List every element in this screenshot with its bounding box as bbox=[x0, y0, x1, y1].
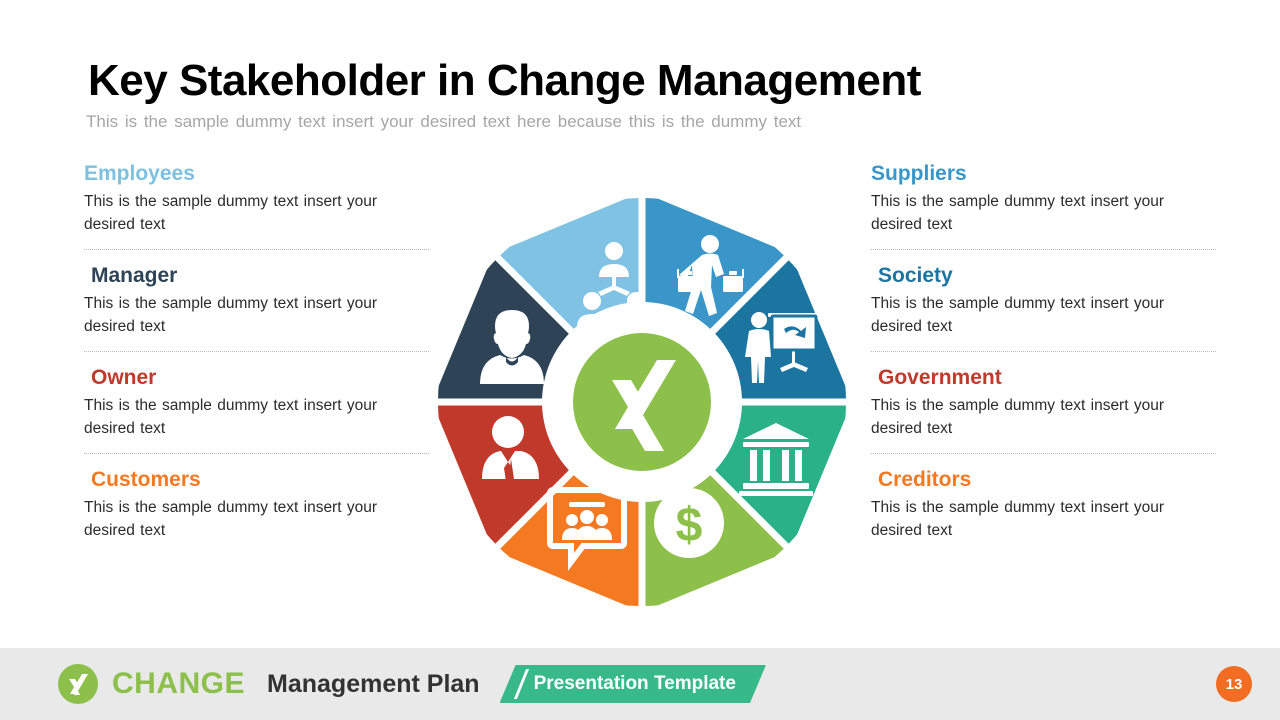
right-stakeholder-column: Suppliers This is the sample dummy text … bbox=[871, 162, 1216, 542]
banner-label: Presentation Template bbox=[533, 673, 736, 694]
stakeholder-label-government: Government bbox=[878, 366, 1002, 390]
stakeholder-entry-society[interactable]: Society This is the sample dummy text in… bbox=[871, 264, 1216, 338]
footer-brand-group: CHANGE Management Plan Presentation Temp… bbox=[58, 648, 766, 720]
stakeholder-text-employees: This is the sample dummy text insert you… bbox=[84, 193, 377, 233]
stakeholder-entry-suppliers[interactable]: Suppliers This is the sample dummy text … bbox=[871, 162, 1216, 236]
stakeholder-wheel-diagram: $ bbox=[438, 198, 846, 606]
footer-brand-suffix: Management Plan bbox=[267, 669, 480, 698]
page-title: Key Stakeholder in Change Management bbox=[88, 56, 921, 105]
stakeholder-text-manager: This is the sample dummy text insert you… bbox=[84, 295, 377, 335]
stakeholder-entry-creditors[interactable]: Creditors This is the sample dummy text … bbox=[871, 468, 1216, 542]
banner-slash-icon bbox=[514, 669, 529, 699]
stakeholder-label-manager: Manager bbox=[91, 264, 178, 288]
stakeholder-text-suppliers: This is the sample dummy text insert you… bbox=[871, 193, 1164, 233]
divider bbox=[84, 249, 429, 251]
divider bbox=[84, 351, 429, 353]
stakeholder-text-government: This is the sample dummy text insert you… bbox=[871, 397, 1164, 437]
page-subtitle: This is the sample dummy text insert you… bbox=[86, 112, 802, 131]
stakeholder-label-customers: Customers bbox=[91, 468, 201, 492]
stakeholder-text-creditors: This is the sample dummy text insert you… bbox=[871, 499, 1164, 539]
xing-logo-icon bbox=[58, 664, 98, 704]
footer-brand: CHANGE bbox=[112, 667, 246, 700]
divider bbox=[84, 453, 429, 455]
stakeholder-label-suppliers: Suppliers bbox=[871, 162, 967, 185]
svg-text:$: $ bbox=[676, 499, 703, 552]
stakeholder-label-society: Society bbox=[878, 264, 953, 288]
stakeholder-text-society: This is the sample dummy text insert you… bbox=[871, 295, 1164, 335]
stakeholder-entry-government[interactable]: Government This is the sample dummy text… bbox=[871, 366, 1216, 440]
stakeholder-text-owner: This is the sample dummy text insert you… bbox=[84, 397, 377, 437]
page-number-badge: 13 bbox=[1216, 666, 1252, 702]
stakeholder-entry-manager[interactable]: Manager This is the sample dummy text in… bbox=[84, 264, 429, 338]
presentation-template-banner[interactable]: Presentation Template bbox=[500, 665, 766, 703]
stakeholder-entry-employees[interactable]: Employees This is the sample dummy text … bbox=[84, 162, 429, 236]
slide: Key Stakeholder in Change Management Thi… bbox=[0, 0, 1280, 720]
divider bbox=[871, 453, 1216, 455]
divider bbox=[871, 351, 1216, 353]
divider bbox=[871, 249, 1216, 251]
dollar-coin-icon: $ bbox=[654, 488, 724, 558]
footer-bar: CHANGE Management Plan Presentation Temp… bbox=[0, 648, 1280, 720]
stakeholder-label-owner: Owner bbox=[91, 366, 157, 390]
stakeholder-entry-owner[interactable]: Owner This is the sample dummy text inse… bbox=[84, 366, 429, 440]
stakeholder-entry-customers[interactable]: Customers This is the sample dummy text … bbox=[84, 468, 429, 542]
stakeholder-text-customers: This is the sample dummy text insert you… bbox=[84, 499, 377, 539]
left-stakeholder-column: Employees This is the sample dummy text … bbox=[84, 162, 429, 542]
stakeholder-label-employees: Employees bbox=[84, 162, 195, 185]
stakeholder-label-creditors: Creditors bbox=[878, 468, 972, 492]
